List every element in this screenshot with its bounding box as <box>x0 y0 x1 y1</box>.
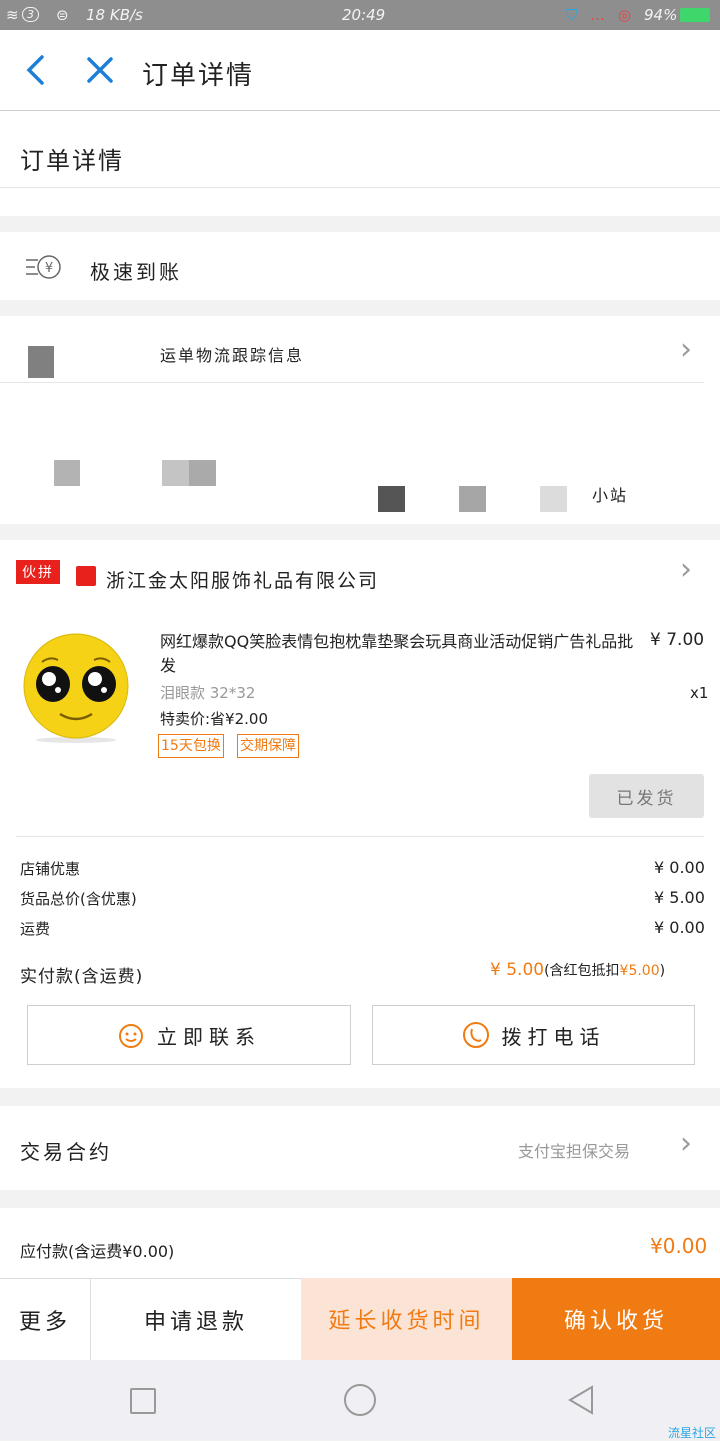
back-icon[interactable] <box>566 1384 596 1416</box>
divider <box>16 836 704 837</box>
sim-signal-badge: 3 <box>22 7 39 22</box>
order-items-section: 伙拼 浙江金太阳服饰礼品有限公司 › 网红爆款QQ笑脸表情包抱枕靠垫聚会玩具商业… <box>0 540 720 1088</box>
redacted-block <box>540 486 567 512</box>
product-price: ¥ 7.00 <box>650 630 705 650</box>
redacted-block <box>459 486 486 512</box>
wifi-icon: ≋ <box>6 6 19 24</box>
order-detail-heading: 订单详情 <box>20 147 124 175</box>
shield-yen-icon: ⛉ <box>566 6 578 24</box>
product-quantity: x1 <box>690 684 709 702</box>
alarm-icon: ◎ <box>618 6 632 24</box>
shop-discount-value: ¥ 0.00 <box>654 858 705 877</box>
more-button[interactable]: 更多 <box>0 1278 91 1361</box>
product-spec: 泪眼款 32*32 <box>160 684 256 702</box>
paid-amount-label: 实付款(含运费) <box>20 967 144 987</box>
shop-row[interactable]: 伙拼 浙江金太阳服饰礼品有限公司 › <box>0 540 720 610</box>
confirm-receipt-label: 确认收货 <box>563 1309 668 1334</box>
contact-seller-label: 立即联系 <box>157 1024 261 1049</box>
recent-apps-icon[interactable] <box>130 1388 156 1414</box>
page-title: 订单详情 <box>142 61 255 91</box>
watermark: 流星社区 <box>668 1426 717 1440</box>
call-label: 拨打电话 <box>501 1024 606 1049</box>
redacted-block <box>162 460 189 486</box>
contract-value: 支付宝担保交易 <box>518 1142 631 1161</box>
battery-icon <box>680 8 710 22</box>
signal-icon: ⊜ <box>56 6 69 24</box>
close-icon[interactable] <box>86 56 114 84</box>
extend-receipt-label: 延长收货时间 <box>328 1309 485 1334</box>
back-arrow-icon[interactable] <box>24 54 48 86</box>
phone-icon <box>462 1022 489 1048</box>
paid-note-prefix: (含红包抵扣 <box>544 963 620 979</box>
redacted-block <box>54 460 80 486</box>
home-icon[interactable] <box>344 1384 376 1416</box>
bottom-action-bar: 更多 申请退款 延长收货时间 确认收货 <box>0 1278 720 1361</box>
confirm-receipt-button[interactable]: 确认收货 <box>512 1278 720 1360</box>
redacted-block <box>378 486 405 512</box>
payable-label: 应付款(含运费¥0.00) <box>20 1242 175 1261</box>
chat-face-icon <box>119 1024 143 1048</box>
payable-row: 应付款(含运费¥0.00) ¥0.00 <box>0 1208 720 1278</box>
discount-text: 特卖价:省¥2.00 <box>160 710 268 728</box>
contact-seller-button[interactable]: 立即联系 <box>27 1005 351 1065</box>
apply-refund-label: 申请退款 <box>143 1310 248 1335</box>
more-label: 更多 <box>18 1310 71 1335</box>
shipping-fee-label: 运费 <box>20 920 51 938</box>
status-bar: ≋ 3 ⊜ 18 KB/s 20:49 ⛉ … ◎ 94% <box>0 0 720 30</box>
clock: 20:49 <box>342 6 386 24</box>
shipping-fee-value: ¥ 0.00 <box>654 918 705 937</box>
logistics-section[interactable]: 运单物流跟踪信息 › 小站 <box>0 316 720 524</box>
divider <box>0 187 720 188</box>
chevron-right-icon: › <box>680 552 692 587</box>
system-nav-bar: 流星社区 <box>0 1360 720 1440</box>
shop-icon <box>76 566 96 586</box>
shop-discount-label: 店铺优惠 <box>20 860 81 878</box>
product-title[interactable]: 网红爆款QQ笑脸表情包抱枕靠垫聚会玩具商业活动促销广告礼品批发 <box>160 630 638 678</box>
quick-refund-row[interactable]: ¥ 极速到账 <box>0 232 720 300</box>
wholesale-badge: 伙拼 <box>16 560 60 584</box>
red-packet-amount: ¥5.00 <box>619 963 660 979</box>
goods-total-label: 货品总价(含优惠) <box>20 890 137 908</box>
call-button[interactable]: 拨打电话 <box>372 1005 695 1065</box>
paid-amount-value: ¥ 5.00 <box>490 960 545 980</box>
more-dots-icon: … <box>590 6 605 24</box>
battery-percent: 94% <box>644 6 678 24</box>
goods-total-value: ¥ 5.00 <box>654 888 705 907</box>
chevron-right-icon: › <box>680 332 692 367</box>
payable-value: ¥0.00 <box>650 1234 708 1258</box>
chevron-right-icon: › <box>680 1126 692 1161</box>
contract-row[interactable]: 交易合约 支付宝担保交易 › <box>0 1106 720 1190</box>
shipped-status-button[interactable]: 已发货 <box>589 774 704 818</box>
apply-refund-button[interactable]: 申请退款 <box>91 1278 301 1361</box>
shop-name: 浙江金太阳服饰礼品有限公司 <box>106 570 380 592</box>
network-speed: 18 KB/s <box>86 6 143 24</box>
product-image[interactable] <box>20 632 132 744</box>
station-text: 小站 <box>592 486 629 505</box>
contract-label: 交易合约 <box>20 1140 112 1164</box>
truck-icon <box>28 346 54 378</box>
exchange-tag: 15天包换 <box>158 734 224 758</box>
heading-section: 订单详情 <box>0 111 720 216</box>
extend-receipt-button[interactable]: 延长收货时间 <box>301 1278 512 1360</box>
divider <box>0 382 704 383</box>
paid-amount: ¥ 5.00(含红包抵扣¥5.00) <box>490 960 704 980</box>
delivery-guarantee-tag: 交期保障 <box>237 734 299 758</box>
title-bar: 订单详情 <box>0 30 720 111</box>
fast-yen-icon: ¥ <box>26 255 61 279</box>
logistics-tracking-text: 运单物流跟踪信息 <box>160 346 305 365</box>
redacted-block <box>189 460 216 486</box>
svg-text:¥: ¥ <box>45 261 53 276</box>
paid-note-suffix: ) <box>659 963 666 979</box>
quick-refund-label: 极速到账 <box>90 260 182 284</box>
